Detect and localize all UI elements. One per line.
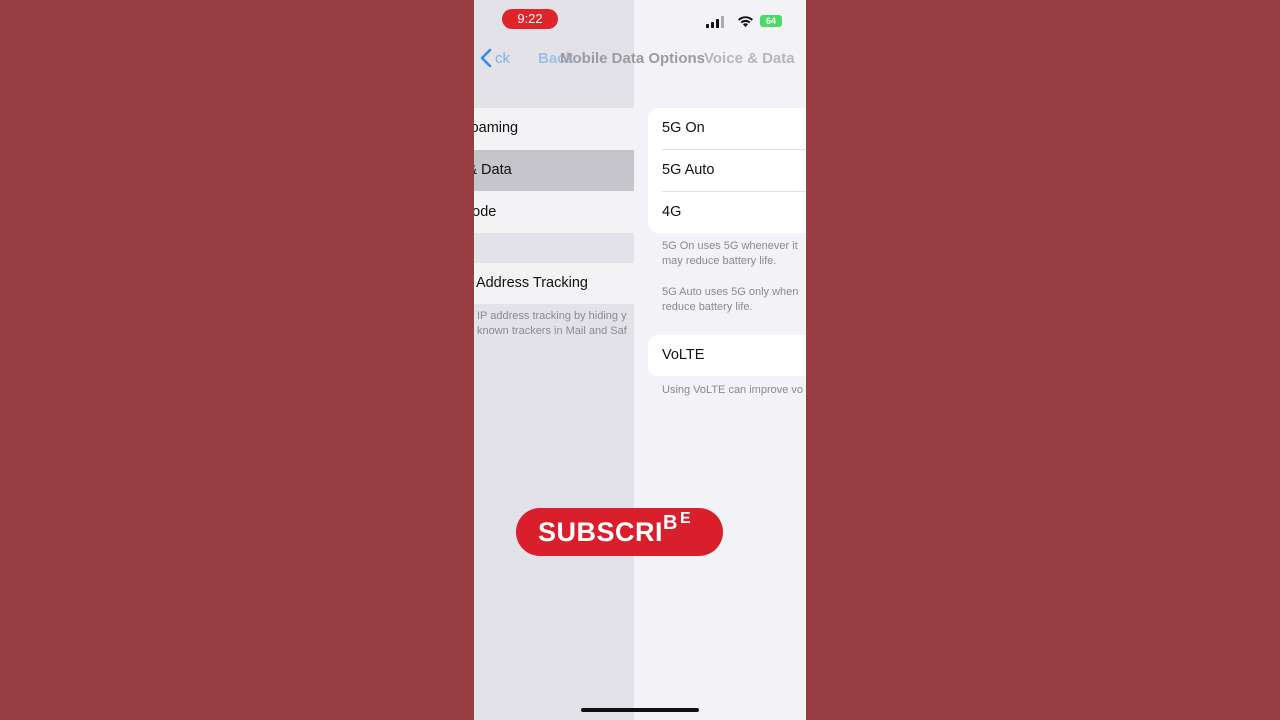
data-roaming-row[interactable]: a Roaming: [474, 108, 634, 149]
status-time: 9:22: [502, 9, 558, 29]
settings-group: a Roaming ce & Data a Mode: [474, 108, 634, 233]
subscribe-tail-e: E: [679, 510, 692, 527]
privacy-group: it IP Address Tracking: [474, 263, 634, 304]
footnote-5g-auto: 5G Auto uses 5G only when reduce battery…: [662, 285, 806, 315]
voice-data-page: 5G On 5G Auto 4G 5G On uses 5G whenever …: [634, 0, 806, 720]
nav-title: Mobile Data Options: [560, 50, 706, 67]
row-label: it IP Address Tracking: [474, 275, 588, 291]
voice-data-row[interactable]: ce & Data: [474, 150, 634, 191]
option-4g[interactable]: 4G: [648, 192, 806, 233]
nav-title-next: Voice & Data: [704, 50, 795, 67]
footnote-line: 5G Auto uses 5G only when: [662, 286, 799, 298]
volte-toggle-row[interactable]: VoLTE: [648, 335, 806, 376]
back-label: ck: [495, 50, 510, 67]
mobile-data-options-page: a Roaming ce & Data a Mode it IP Address…: [474, 0, 634, 720]
option-label: 4G: [662, 204, 682, 220]
option-label: 5G Auto: [662, 162, 715, 178]
network-options-group: 5G On 5G Auto 4G: [648, 108, 806, 233]
limit-ip-footnote: IP address tracking by hiding y known tr…: [477, 309, 634, 339]
row-label: a Roaming: [474, 120, 519, 136]
footnote-line: known trackers in Mail and Saf: [477, 325, 627, 337]
signal-icon: [706, 16, 724, 28]
footnote-line: reduce battery life.: [662, 301, 753, 313]
footnote-5g-on: 5G On uses 5G whenever it may reduce bat…: [662, 239, 806, 269]
volte-group: VoLTE: [648, 335, 806, 376]
option-5g-on[interactable]: 5G On: [648, 108, 806, 149]
footnote-line: 5G On uses 5G whenever it: [662, 240, 798, 252]
chevron-left-icon: [480, 48, 492, 68]
limit-ip-tracking-row[interactable]: it IP Address Tracking: [474, 263, 634, 304]
row-label: ce & Data: [474, 162, 512, 178]
option-5g-auto[interactable]: 5G Auto: [648, 150, 806, 191]
volte-label: VoLTE: [662, 347, 705, 363]
phone-screen: a Roaming ce & Data a Mode it IP Address…: [474, 0, 806, 720]
footnote-line: may reduce battery life.: [662, 255, 777, 267]
battery-icon: 64: [760, 15, 782, 27]
wifi-icon: [738, 16, 753, 27]
row-label: a Mode: [474, 204, 497, 220]
footnote-line: IP address tracking by hiding y: [477, 310, 627, 322]
option-label: 5G On: [662, 120, 705, 136]
subscribe-label: SUBSCRIB E: [538, 508, 691, 561]
subscribe-button[interactable]: SUBSCRIB E: [516, 508, 723, 556]
home-indicator[interactable]: [581, 708, 699, 712]
data-mode-row[interactable]: a Mode: [474, 192, 634, 233]
volte-footnote: Using VoLTE can improve vo: [662, 384, 804, 396]
subscribe-tail-b: B: [663, 512, 678, 534]
subscribe-main-text: SUBSCRI: [538, 517, 664, 547]
